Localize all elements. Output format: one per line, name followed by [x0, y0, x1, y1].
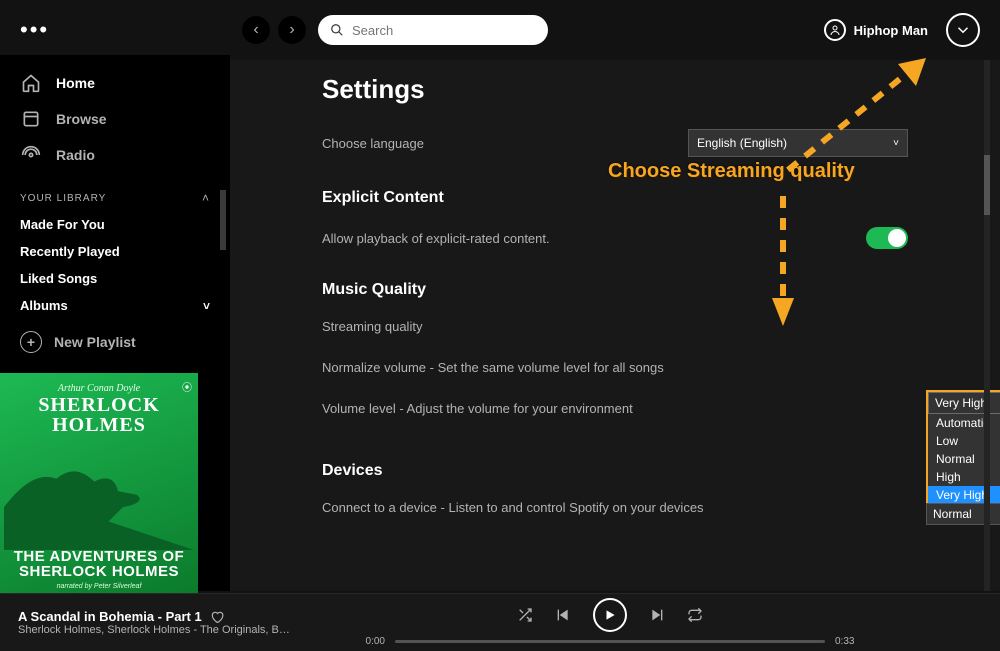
- nav-forward-button[interactable]: ›: [278, 16, 306, 44]
- radio-icon: [20, 145, 42, 165]
- sidebar-item-home[interactable]: Home: [0, 65, 230, 101]
- shuffle-icon[interactable]: [517, 607, 533, 623]
- row-normalize: Normalize volume - Set the same volume l…: [322, 354, 908, 381]
- chevron-up-icon[interactable]: ˄: [202, 191, 210, 205]
- devices-header: Devices: [322, 462, 908, 480]
- now-playing-subtitle[interactable]: Sherlock Holmes, Sherlock Holmes - The O…: [18, 624, 298, 636]
- menu-dots-icon[interactable]: •••: [20, 17, 60, 43]
- cover-title-1: SHERLOCK: [0, 395, 198, 415]
- explicit-row-label: Allow playback of explicit-rated content…: [322, 231, 550, 246]
- cover-narrator: narrated by Peter Silverleaf: [0, 583, 198, 590]
- search-input[interactable]: [352, 23, 532, 38]
- chevron-down-icon[interactable]: ˅: [203, 299, 210, 313]
- volume-level-label: Volume level - Adjust the volume for you…: [322, 401, 633, 416]
- row-language: Choose language English (English)˅: [322, 123, 908, 163]
- page-title: Settings: [230, 60, 1000, 123]
- row-volume-level: Volume level - Adjust the volume for you…: [322, 395, 908, 422]
- plus-icon: +: [20, 331, 42, 353]
- explicit-toggle[interactable]: [866, 227, 908, 249]
- sidebar: Home Browse Radio YOUR LIBRARY ˄ Made Fo…: [0, 55, 230, 591]
- sidebar-item-label: Browse: [56, 111, 107, 127]
- next-icon[interactable]: [649, 607, 665, 623]
- silhouette-icon: [0, 455, 198, 550]
- quality-selected-value: Very High: [935, 396, 987, 410]
- chevron-down-circle-icon[interactable]: [946, 13, 980, 47]
- cover-author: Arthur Conan Doyle: [0, 383, 198, 394]
- total-time: 0:33: [835, 636, 854, 647]
- search-icon: [330, 23, 344, 37]
- row-devices: Connect to a device - Listen to and cont…: [322, 494, 908, 521]
- sidebar-item-label: Home: [56, 75, 95, 91]
- home-icon: [20, 73, 42, 93]
- music-quality-header: Music Quality: [322, 281, 908, 299]
- language-select[interactable]: English (English)˅: [688, 129, 908, 157]
- library-liked-songs[interactable]: Liked Songs: [0, 265, 230, 292]
- explicit-content-header: Explicit Content: [322, 189, 908, 207]
- cover-subtitle: THE ADVENTURES OFSHERLOCK HOLMES: [0, 549, 198, 581]
- row-explicit: Allow playback of explicit-rated content…: [322, 221, 908, 255]
- play-button[interactable]: [593, 598, 627, 632]
- now-playing-title[interactable]: A Scandal in Bohemia - Part 1: [18, 609, 300, 624]
- main-panel: Settings Choose language English (Englis…: [230, 60, 1000, 591]
- main-scrollbar-track: [984, 60, 990, 591]
- sidebar-item-label: Radio: [56, 147, 95, 163]
- row-streaming-quality: Streaming quality: [322, 313, 908, 340]
- album-cover[interactable]: ⦿ Arthur Conan Doyle SHERLOCK HOLMES THE…: [0, 373, 198, 598]
- app-window: ••• ‹ › Hiphop Man Home Browse: [0, 0, 1000, 651]
- topbar: ••• ‹ › Hiphop Man: [0, 0, 1000, 60]
- nav-arrows: ‹ ›: [242, 16, 306, 44]
- progress-bar[interactable]: [395, 640, 825, 643]
- main-scrollbar-thumb[interactable]: [984, 155, 990, 215]
- library-made-for-you[interactable]: Made For You: [0, 211, 230, 238]
- heart-icon[interactable]: [210, 610, 224, 624]
- library-header: YOUR LIBRARY ˄: [0, 173, 230, 211]
- elapsed-time: 0:00: [366, 636, 385, 647]
- repeat-icon[interactable]: [687, 607, 703, 623]
- streaming-quality-label: Streaming quality: [322, 319, 422, 334]
- chevron-down-icon: ˅: [893, 138, 899, 149]
- language-label: Choose language: [322, 136, 424, 151]
- sidebar-item-browse[interactable]: Browse: [0, 101, 230, 137]
- devices-row-label: Connect to a device - Listen to and cont…: [322, 500, 704, 515]
- nav-back-button[interactable]: ‹: [242, 16, 270, 44]
- sidebar-scrollbar-thumb[interactable]: [220, 190, 226, 250]
- cover-title-2: HOLMES: [0, 415, 198, 435]
- avatar-icon: [824, 19, 846, 41]
- user-chip[interactable]: Hiphop Man: [824, 13, 980, 47]
- annotation-text: Choose Streaming quality: [608, 160, 855, 183]
- browse-icon: [20, 109, 42, 129]
- sidebar-item-radio[interactable]: Radio: [0, 137, 230, 173]
- search-box[interactable]: [318, 15, 548, 45]
- previous-icon[interactable]: [555, 607, 571, 623]
- player-bar: A Scandal in Bohemia - Part 1 Sherlock H…: [0, 593, 1000, 651]
- library-recently-played[interactable]: Recently Played: [0, 238, 230, 265]
- user-name: Hiphop Man: [854, 23, 928, 38]
- normalize-label: Normalize volume - Set the same volume l…: [322, 360, 664, 375]
- library-albums[interactable]: Albums˅: [0, 292, 230, 319]
- new-playlist-button[interactable]: + New Playlist: [0, 319, 230, 365]
